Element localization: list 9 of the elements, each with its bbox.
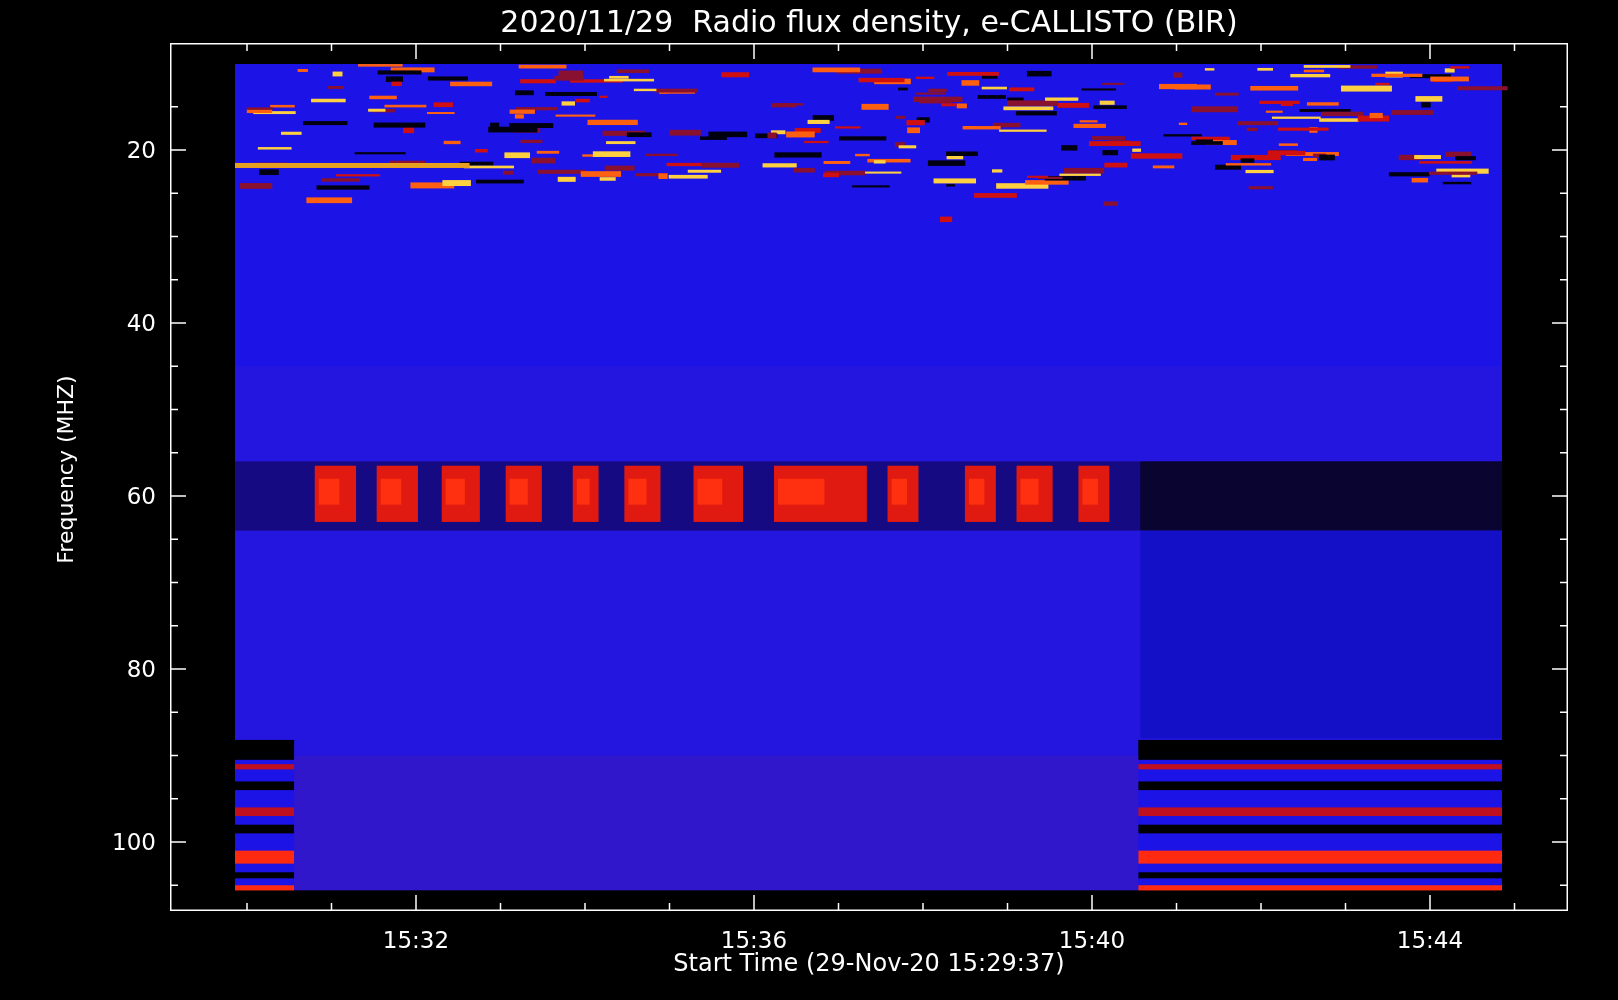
x-tick-label: 15:32 [382,927,450,953]
y-tick-label: 40 [126,310,156,336]
y-axis-label: Frequency (MHZ) [52,374,78,564]
y-tick-label: 60 [126,483,156,509]
y-tick-label: 100 [112,829,156,855]
y-tick-label: 80 [126,656,156,682]
y-tick-label: 20 [126,137,156,163]
chart-title: 2020/11/29 Radio flux density, e-CALLISTO (BIR) [500,4,1238,39]
x-tick-label: 15:44 [1396,927,1464,953]
